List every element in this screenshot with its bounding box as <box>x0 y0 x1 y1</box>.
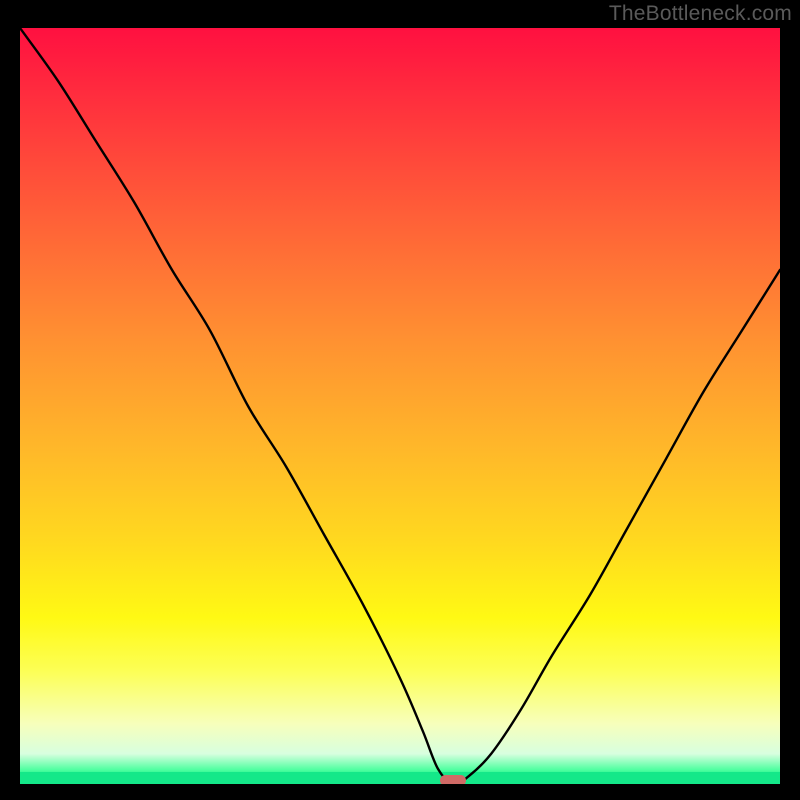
chart-frame: TheBottleneck.com <box>0 0 800 800</box>
plot-area <box>20 28 780 784</box>
minimum-marker <box>440 775 466 784</box>
bottleneck-curve <box>20 28 780 784</box>
watermark-text: TheBottleneck.com <box>609 2 792 26</box>
